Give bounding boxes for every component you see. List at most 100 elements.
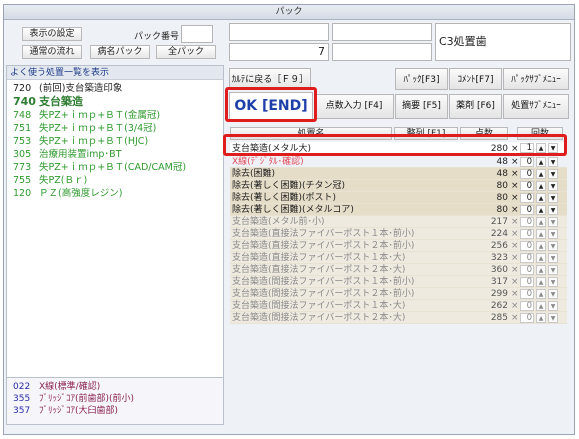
favorite-code: 755 (13, 175, 32, 186)
comment-f7-button[interactable]: ｺﾒﾝﾄ[F7] (449, 68, 502, 90)
count-up-icon[interactable]: ▲ (536, 229, 546, 239)
favorite-item[interactable]: 753 失PZ+ｉｍｐ+ＢＴ(HJC) (7, 135, 223, 148)
table-row[interactable]: 支台築造(間接法ファイバーポスト２本･大) 285 × 0 ▲ ▼ (230, 312, 567, 324)
pack-submenu-button[interactable]: ﾊﾟｯｸｻﾌﾞﾒﾆｭｰ (503, 68, 569, 90)
table-row[interactable]: 支台築造(間接法ファイバーポスト２本･前小) 299 × 0 ▲ ▼ (230, 288, 567, 300)
pack-f3-button[interactable]: ﾊﾟｯｸ[F3] (395, 68, 448, 90)
table-row[interactable]: 除去(著しく困難)(チタン冠) 80 × 0 ▲ ▼ (230, 180, 567, 192)
bottom-list-item[interactable]: 022 X線(標準/確認) (7, 381, 223, 393)
table-row[interactable]: 除去(著しく困難)(メタルコア) 80 × 0 ▲ ▼ (230, 204, 567, 216)
count-up-icon[interactable]: ▲ (536, 169, 546, 179)
count-field[interactable]: 0 (520, 229, 534, 239)
count-field[interactable]: 0 (520, 205, 534, 215)
col-name-header[interactable]: 処置名 (230, 127, 392, 140)
table-row[interactable]: 支台築造(直接法ファイバーポスト１本･前小) 224 × 0 ▲ ▼ (230, 228, 567, 240)
count-up-icon[interactable]: ▲ (536, 157, 546, 167)
count-down-icon[interactable]: ▼ (548, 277, 558, 287)
points-cell: 80 (496, 205, 508, 215)
table-row[interactable]: 支台築造(メタル大) 280 × 1 ▲ ▼ (230, 142, 567, 156)
table-row[interactable]: 除去(著しく困難)(ポスト) 80 × 0 ▲ ▼ (230, 192, 567, 204)
favorite-name: ＰＺ(高強度レジン) (39, 188, 123, 199)
table-row[interactable]: X線(ﾃﾞｼﾞﾀﾙ･確認) 48 × 0 ▲ ▼ (230, 156, 567, 168)
all-pack-button[interactable]: 全パック (156, 45, 216, 59)
favorite-item[interactable]: 720 (前回)支台築造印象 (7, 82, 223, 95)
favorite-item[interactable]: 748 失PZ+ｉｍｐ+ＢＴ(金属冠) (7, 109, 223, 122)
count-up-icon[interactable]: ▲ (536, 313, 546, 323)
count-down-icon[interactable]: ▼ (548, 193, 558, 203)
points-cell: 217 (490, 217, 508, 227)
normal-flow-button[interactable]: 通常の流れ (22, 45, 82, 59)
count-up-icon[interactable]: ▲ (536, 253, 546, 263)
count-down-icon[interactable]: ▼ (548, 205, 558, 215)
bottom-list-item[interactable]: 357 ﾌﾞﾘｯｼﾞｺｱ(大臼歯部) (7, 405, 223, 417)
back-to-chart-button[interactable]: ｶﾙﾃに戻る［Ｆ９］ (229, 68, 311, 90)
table-row[interactable]: 支台築造(直接法ファイバーポスト１本･大) 323 × 0 ▲ ▼ (230, 252, 567, 264)
count-field[interactable]: 0 (520, 169, 534, 179)
pack-window: パック 表示の設定 パック番号 通常の流れ 病名パック 全パック 7 C3処置歯… (3, 4, 575, 435)
count-field[interactable]: 0 (520, 157, 534, 167)
count-up-icon[interactable]: ▲ (536, 143, 546, 153)
summary-f5-button[interactable]: 摘要 [F5] (395, 94, 448, 119)
count-field[interactable]: 0 (520, 217, 534, 227)
count-up-icon[interactable]: ▲ (536, 217, 546, 227)
count-down-icon[interactable]: ▼ (548, 229, 558, 239)
col-arrange-header[interactable]: 整列 [F1] (394, 127, 458, 140)
count-up-icon[interactable]: ▲ (536, 241, 546, 251)
count-up-icon[interactable]: ▲ (536, 289, 546, 299)
favorite-item[interactable]: 755 失PZ(Ｂｒ) (7, 174, 223, 187)
count-down-icon[interactable]: ▼ (548, 181, 558, 191)
points-input-f4-button[interactable]: 点数入力 [F4] (314, 94, 394, 119)
count-up-icon[interactable]: ▲ (536, 181, 546, 191)
count-up-icon[interactable]: ▲ (536, 205, 546, 215)
count-down-icon[interactable]: ▼ (548, 253, 558, 263)
count-up-icon[interactable]: ▲ (536, 301, 546, 311)
count-down-icon[interactable]: ▼ (548, 301, 558, 311)
count-field[interactable]: 0 (520, 301, 534, 311)
count-field[interactable]: 0 (520, 313, 534, 323)
count-field[interactable]: 0 (520, 181, 534, 191)
favorites-title[interactable]: よく使う処置一覧を表示 (7, 66, 223, 80)
count-down-icon[interactable]: ▼ (548, 241, 558, 251)
count-field[interactable]: 0 (520, 277, 534, 287)
display-settings-button[interactable]: 表示の設定 (22, 27, 82, 41)
count-field[interactable]: 0 (520, 241, 534, 251)
table-row[interactable]: 支台築造(間接法ファイバーポスト１本･前小) 317 × 0 ▲ ▼ (230, 276, 567, 288)
procedure-name-cell: 支台築造(間接法ファイバーポスト２本･前小) (232, 289, 415, 299)
col-points-header[interactable]: 点数 (460, 127, 508, 140)
bottom-list-item[interactable]: 355 ﾌﾞﾘｯｼﾞｺｱ(前歯部)(前小) (7, 393, 223, 405)
table-row[interactable]: 支台築造(間接法ファイバーポスト１本･大) 262 × 0 ▲ ▼ (230, 300, 567, 312)
favorite-item[interactable]: 120 ＰＺ(高強度レジン) (7, 187, 223, 200)
count-down-icon[interactable]: ▼ (548, 169, 558, 179)
table-row[interactable]: 除去(困難) 48 × 0 ▲ ▼ (230, 168, 567, 180)
col-count-header[interactable]: 回数 (517, 127, 563, 140)
count-field[interactable]: 0 (520, 289, 534, 299)
count-down-icon[interactable]: ▼ (548, 313, 558, 323)
favorite-item[interactable]: 740 支台築造 (7, 95, 223, 109)
count-down-icon[interactable]: ▼ (548, 289, 558, 299)
count-down-icon[interactable]: ▼ (548, 265, 558, 275)
count-down-icon[interactable]: ▼ (548, 217, 558, 227)
treatment-submenu-button[interactable]: 処置ｻﾌﾞﾒﾆｭｰ (503, 94, 569, 119)
favorite-item[interactable]: 773 失PZ+ｉｍｐ+ＢＴ(CAD/CAM冠) (7, 161, 223, 174)
table-row[interactable]: 支台築造(直接法ファイバーポスト２本･前小) 256 × 0 ▲ ▼ (230, 240, 567, 252)
count-field[interactable]: 0 (520, 193, 534, 203)
medicine-f6-button[interactable]: 薬剤 [F6] (449, 94, 502, 119)
ok-end-button[interactable]: OK [END] (229, 92, 313, 121)
favorite-item[interactable]: 751 失PZ+ｉｍｐ+ＢＴ(3/4冠) (7, 122, 223, 135)
favorite-name: 失PZ+ｉｍｐ+ＢＴ(3/4冠) (39, 123, 157, 134)
count-field[interactable]: 0 (520, 253, 534, 263)
table-row[interactable]: 支台築造(メタル前･小) 217 × 0 ▲ ▼ (230, 216, 567, 228)
count-field[interactable]: 1 (520, 143, 534, 153)
table-row[interactable]: 支台築造(直接法ファイバーポスト２本･大) 360 × 0 ▲ ▼ (230, 264, 567, 276)
count-down-icon[interactable]: ▼ (548, 157, 558, 167)
count-up-icon[interactable]: ▲ (536, 277, 546, 287)
count-up-icon[interactable]: ▲ (536, 265, 546, 275)
count-down-icon[interactable]: ▼ (548, 143, 558, 153)
pack-number-input[interactable] (181, 25, 213, 43)
favorite-item[interactable]: 305 治療用装置imp･BT (7, 148, 223, 161)
procedure-name: C3処置歯 (439, 35, 487, 48)
favorites-panel: よく使う処置一覧を表示 720 (前回)支台築造印象 740 支台築造 748 失PZ+ｉ… (6, 65, 224, 378)
disease-pack-button[interactable]: 病名パック (90, 45, 150, 59)
count-field[interactable]: 0 (520, 265, 534, 275)
count-up-icon[interactable]: ▲ (536, 193, 546, 203)
